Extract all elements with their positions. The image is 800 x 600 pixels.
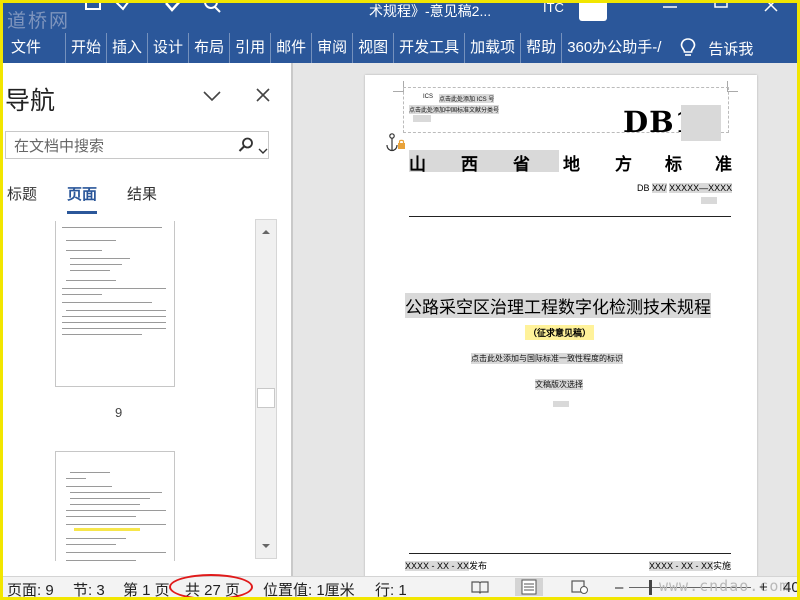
title-bar: 道桥网 术规程》-意见稿2... ITC <box>3 3 797 33</box>
scroll-down-icon[interactable] <box>258 538 274 554</box>
heading-char: 准 <box>715 155 732 174</box>
tab-review[interactable]: 审阅 <box>312 33 354 63</box>
footer-rule <box>409 553 731 554</box>
user-name[interactable]: ITC <box>543 3 564 15</box>
number-field[interactable] <box>701 197 717 204</box>
tab-design[interactable]: 设计 <box>148 33 190 63</box>
tab-help[interactable]: 帮助 <box>521 33 563 63</box>
tab-insert[interactable]: 插入 <box>107 33 149 63</box>
print-layout-icon[interactable] <box>515 578 543 596</box>
zoom-slider-thumb[interactable] <box>649 580 652 595</box>
nav-search-box[interactable] <box>5 131 269 159</box>
tab-home[interactable]: 开始 <box>66 33 108 63</box>
zoom-level[interactable]: 40 <box>783 579 797 596</box>
chevron-down-icon[interactable] <box>203 89 221 107</box>
web-layout-icon[interactable] <box>571 580 589 597</box>
heading-char: 方 <box>615 155 632 174</box>
status-section[interactable]: 节: 3 <box>73 579 105 597</box>
tab-360-office[interactable]: 360办公助手-/ <box>562 33 666 63</box>
intl-consistency-placeholder[interactable]: 点击此处添加与国际标准一致性程度的标识 <box>471 353 623 364</box>
tab-developer[interactable]: 开发工具 <box>394 33 466 63</box>
status-field[interactable] <box>553 401 569 407</box>
save-icon[interactable] <box>83 3 105 20</box>
tell-me[interactable]: 告诉我 <box>680 38 753 59</box>
tab-mailings[interactable]: 邮件 <box>271 33 313 63</box>
document-main-title[interactable]: 公路采空区治理工程数字化检测技术规程 <box>405 293 711 318</box>
check-icon[interactable] <box>163 3 185 20</box>
status-page[interactable]: 页面: 9 <box>7 579 54 597</box>
nav-tab-headings[interactable]: 标题 <box>7 183 37 204</box>
page-thumbnail[interactable] <box>55 451 175 561</box>
anchor-icon <box>385 133 407 158</box>
nav-tab-pages[interactable]: 页面 <box>67 183 98 214</box>
standard-number[interactable]: DB XX/ XXXXX—XXXX <box>637 183 733 193</box>
status-bar: 页面: 9 节: 3 第 1 页 共 27 页 位置值: 1厘米 行: 1 – … <box>3 574 797 597</box>
avatar[interactable] <box>579 3 607 21</box>
zoom-in-button[interactable]: + <box>759 579 768 596</box>
ics-label: ICS <box>423 94 434 100</box>
search-icon[interactable] <box>203 3 225 20</box>
zoom-out-button[interactable]: – <box>615 579 623 596</box>
status-page-of[interactable]: 第 1 页 <box>123 579 170 597</box>
highlight-ring <box>169 574 253 597</box>
chevron-down-icon[interactable] <box>258 142 268 160</box>
close-icon[interactable] <box>255 87 271 108</box>
doc-status-selector[interactable]: 文稿版次选择 <box>535 379 583 390</box>
window-controls[interactable] <box>653 3 797 15</box>
province-standard-heading: 山 西 省 地 方 标 准 <box>409 150 732 174</box>
status-position[interactable]: 位置值: 1厘米 <box>263 579 355 597</box>
tab-view[interactable]: 视图 <box>353 33 395 63</box>
status-line[interactable]: 行: 1 <box>375 579 407 597</box>
nav-tab-results[interactable]: 结果 <box>127 183 157 204</box>
word-window: 道桥网 术规程》-意见稿2... ITC 文件 开始 插入 设计 布局 引用 邮… <box>0 0 800 600</box>
heading-char: 省 <box>513 155 530 174</box>
heading-char: 西 <box>461 155 478 174</box>
heading-highlight <box>409 150 559 172</box>
document-page[interactable]: ICS 点击此处添加 ICS 号 点击此处添加中国标准文献分类号 DB14 山 … <box>365 75 757 576</box>
heading-char: 地 <box>563 155 580 174</box>
ccs-field[interactable] <box>413 115 431 122</box>
page-thumbnail[interactable] <box>55 221 175 387</box>
code-highlight <box>681 105 721 141</box>
scrollbar-thumb[interactable] <box>257 388 275 408</box>
nav-pane-title: 导航 <box>5 87 56 115</box>
ribbon-tabs: 文件 开始 插入 设计 布局 引用 邮件 审阅 视图 开发工具 加载项 帮助 3… <box>3 33 797 63</box>
scroll-up-icon[interactable] <box>258 224 274 240</box>
heading-char: 标 <box>665 155 682 174</box>
document-title: 术规程》-意见稿2... <box>369 3 492 19</box>
implement-date[interactable]: XXXX - XX - XX实施 <box>649 559 731 572</box>
navigation-pane: 导航 标题 页面 结果 <box>3 63 291 576</box>
tab-references[interactable]: 引用 <box>230 33 272 63</box>
tab-layout[interactable]: 布局 <box>189 33 231 63</box>
page-number-label: 9 <box>115 405 123 420</box>
ccs-placeholder[interactable]: 点击此处添加中国标准文献分类号 <box>409 105 500 114</box>
ics-placeholder[interactable]: 点击此处添加 ICS 号 <box>439 94 495 103</box>
thumbnail-scrollbar[interactable] <box>255 219 277 559</box>
tell-me-label: 告诉我 <box>708 40 754 58</box>
page-thumbnails: 9 <box>3 221 291 561</box>
undo-icon[interactable] <box>111 3 133 20</box>
draft-badge: （征求意见稿） <box>525 325 595 340</box>
search-input[interactable] <box>12 135 236 157</box>
site-watermark: 道桥网 <box>7 10 71 32</box>
tab-addins[interactable]: 加载项 <box>465 33 522 63</box>
heading-char: 山 <box>409 155 426 174</box>
publish-date[interactable]: XXXX - XX - XX发布 <box>405 559 487 572</box>
search-icon[interactable] <box>238 137 254 158</box>
lightbulb-icon <box>681 38 696 56</box>
site-watermark: www.cndao.com <box>659 577 790 595</box>
tab-file[interactable]: 文件 <box>3 33 67 63</box>
read-mode-icon[interactable] <box>471 580 489 597</box>
document-area: ICS 点击此处添加 ICS 号 点击此处添加中国标准文献分类号 DB14 山 … <box>293 63 797 576</box>
header-rule <box>409 216 731 217</box>
